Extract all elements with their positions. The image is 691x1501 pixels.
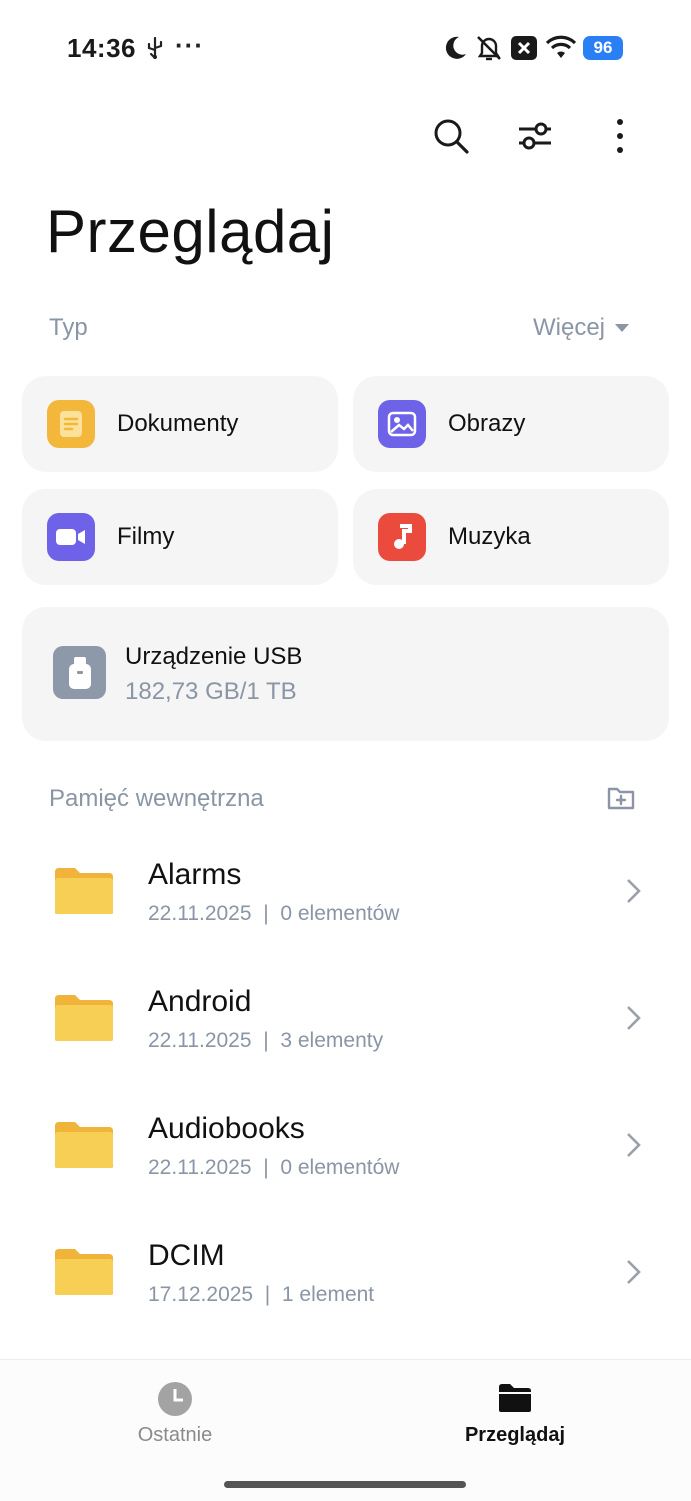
folder-name: DCIM	[148, 1239, 225, 1272]
folder-meta: 22.11.2025 | 0 elementów	[148, 1156, 400, 1179]
usb-device-name: Urządzenie USB	[125, 643, 303, 670]
wifi-icon	[545, 35, 577, 58]
video-icon	[47, 513, 95, 561]
folder-meta: 22.11.2025 | 3 elementy	[148, 1029, 384, 1052]
usb-device-card[interactable]	[22, 607, 669, 741]
nav-label-recent: Ostatnie	[137, 1424, 213, 1446]
bottom-navigation	[0, 1359, 691, 1501]
chevron-right-icon	[627, 1260, 641, 1284]
chevron-right-icon	[627, 1133, 641, 1157]
moon-icon	[445, 36, 466, 59]
close-notification-icon	[511, 36, 537, 60]
folder-meta: 17.12.2025 | 1 element	[148, 1283, 375, 1306]
usb-device-size: 182,73 GB/1 TB	[125, 678, 297, 705]
type-card-music[interactable]: Muzyka	[353, 489, 669, 585]
document-icon	[47, 400, 95, 448]
usb-drive-icon	[53, 646, 106, 699]
more-types-label: Więcej	[533, 314, 606, 341]
image-icon	[378, 400, 426, 448]
status-more-dots: ···	[175, 30, 204, 60]
mute-icon	[477, 36, 501, 61]
type-section-label: Typ	[49, 314, 88, 341]
folder-icon	[55, 868, 113, 914]
type-label-videos: Filmy	[117, 523, 175, 550]
folder-name: Audiobooks	[148, 1112, 305, 1145]
nav-label-browse: Przeglądaj	[464, 1424, 566, 1446]
folder-icon	[55, 1122, 113, 1168]
page-title: Przeglądaj	[46, 198, 335, 265]
type-label-documents: Dokumenty	[117, 410, 239, 437]
caret-down-icon	[615, 324, 630, 332]
folder-icon	[55, 995, 113, 1041]
folder-name: Alarms	[148, 858, 242, 891]
type-card-videos[interactable]: Filmy	[22, 489, 338, 585]
type-card-documents[interactable]: Dokumenty	[22, 376, 338, 472]
type-label-music: Muzyka	[448, 523, 531, 550]
status-time: 14:36	[67, 33, 136, 63]
folder-name: Android	[148, 985, 252, 1018]
music-icon	[378, 513, 426, 561]
nav-tab-browse[interactable]: Przeglądaj	[450, 1376, 580, 1456]
folder-icon	[55, 1249, 113, 1295]
battery-icon: 96	[583, 36, 623, 60]
type-label-images: Obrazy	[448, 410, 526, 437]
folder-filled-icon	[499, 1384, 531, 1412]
clock-icon	[158, 1382, 192, 1416]
more-types-button[interactable]: Więcej	[533, 314, 631, 342]
nav-tab-recent[interactable]: Ostatnie	[110, 1376, 240, 1456]
home-indicator[interactable]	[224, 1481, 466, 1488]
more-vertical-icon[interactable]	[596, 112, 644, 160]
folder-meta: 22.11.2025 | 0 elementów	[148, 902, 400, 925]
chevron-right-icon	[627, 1006, 641, 1030]
search-icon[interactable]	[427, 112, 475, 160]
filter-icon[interactable]	[511, 112, 559, 160]
type-card-images[interactable]: Obrazy	[353, 376, 669, 472]
new-folder-icon[interactable]	[606, 784, 636, 812]
chevron-right-icon	[627, 879, 641, 903]
internal-storage-label: Pamięć wewnętrzna	[49, 785, 264, 812]
usb-icon	[147, 36, 163, 60]
